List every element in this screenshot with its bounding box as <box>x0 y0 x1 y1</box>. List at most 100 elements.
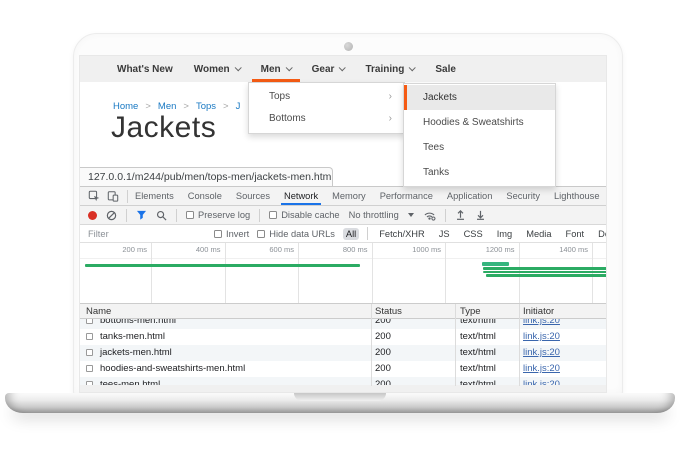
throttling-select[interactable]: No throttling <box>349 210 399 220</box>
checkbox[interactable] <box>186 211 194 219</box>
request-type: text/html <box>460 363 496 374</box>
timeline-tick-label: 1000 ms <box>412 245 441 254</box>
nav-item-label: Gear <box>311 63 335 75</box>
devtools-tabs: Elements Console Sources Network Memory Perfo… <box>128 187 606 205</box>
webcam-icon <box>344 42 353 51</box>
row-checkbox[interactable] <box>86 333 93 340</box>
divider <box>176 208 177 222</box>
submenu-item[interactable]: Jackets <box>404 85 555 110</box>
timeline-tick-label: 400 ms <box>195 245 221 254</box>
table-row[interactable]: jackets-men.html 200 text/html link.js:2… <box>80 345 606 361</box>
browser-screen: What's New Women Men Gear Training Sale … <box>79 55 607 393</box>
filter-chip[interactable]: CSS <box>461 228 486 240</box>
device-toolbar-icon[interactable] <box>107 190 119 202</box>
nav-item[interactable]: Men <box>251 56 300 82</box>
submenu-item[interactable]: Tanks <box>404 160 555 185</box>
request-status: 200 <box>375 363 391 374</box>
breadcrumb-link[interactable]: J <box>236 101 241 112</box>
nav-item[interactable]: What's New <box>117 56 173 82</box>
nav-item[interactable]: Training <box>365 56 417 82</box>
filter-input[interactable] <box>88 228 206 239</box>
filter-chip[interactable]: All <box>342 227 360 240</box>
invert-label: Invert <box>226 228 250 239</box>
preserve-log-label: Preserve log <box>198 210 251 220</box>
column-header-type[interactable]: Type <box>460 304 481 319</box>
requests-table: Name Status Type Initiator bottoms-men.h… <box>80 304 606 392</box>
devtools-tab[interactable]: Memory <box>325 187 373 205</box>
request-status: 200 <box>375 331 391 342</box>
page-title: Jackets <box>111 111 217 144</box>
search-icon[interactable] <box>156 210 167 221</box>
nav-item[interactable]: Sale <box>435 56 456 82</box>
checkbox[interactable] <box>257 229 266 238</box>
column-divider[interactable] <box>371 304 372 386</box>
submenu-item[interactable]: Tees <box>404 135 555 160</box>
column-divider[interactable] <box>455 304 456 386</box>
filter-chip[interactable]: Img <box>494 228 516 240</box>
invert-checkbox[interactable]: Invert <box>214 229 249 239</box>
submenu-item[interactable]: Hoodies & Sweatshirts <box>404 110 555 135</box>
request-type: text/html <box>460 347 496 358</box>
devtools-tab[interactable]: Performance <box>373 187 440 205</box>
network-toolbar: Preserve log Disable cache No throttling <box>80 206 606 225</box>
column-header-name[interactable]: Name <box>86 304 111 319</box>
table-row[interactable]: hoodies-and-sweatshirts-men.html 200 tex… <box>80 361 606 377</box>
clear-icon[interactable] <box>106 210 117 221</box>
column-header-initiator[interactable]: Initiator <box>523 304 554 319</box>
devtools-tab[interactable]: Sources <box>229 187 277 205</box>
filter-chip[interactable]: Fetch/XHR <box>376 228 427 240</box>
timeline-gridline <box>224 243 226 303</box>
row-checkbox[interactable] <box>86 319 93 324</box>
network-overview-waterfall[interactable]: 200 ms 400 ms 600 ms 800 ms 1000 ms 1200 ms 14… <box>80 243 606 304</box>
menu-item[interactable]: Tops › <box>249 86 404 108</box>
record-button[interactable] <box>88 210 97 220</box>
divider <box>126 208 127 222</box>
filter-chip[interactable]: Font <box>563 228 588 240</box>
laptop-notch <box>294 393 386 401</box>
column-header-status[interactable]: Status <box>375 304 402 319</box>
waterfall-bar <box>482 267 606 270</box>
initiator-link[interactable]: link.js:20 <box>523 319 560 329</box>
table-header[interactable]: Name Status Type Initiator <box>80 304 606 319</box>
submenu-item-label: Tanks <box>423 167 450 178</box>
initiator-link[interactable]: link.js:20 <box>523 361 560 377</box>
network-conditions-icon[interactable] <box>423 210 436 221</box>
devtools-tab[interactable]: Console <box>181 187 229 205</box>
row-checkbox[interactable] <box>86 349 93 356</box>
nav-item[interactable]: Women <box>194 56 242 82</box>
preserve-log-checkbox[interactable]: Preserve log <box>186 210 250 220</box>
laptop-base <box>5 393 675 413</box>
row-checkbox[interactable] <box>86 365 93 372</box>
request-status: 200 <box>375 347 391 358</box>
checkbox[interactable] <box>269 211 278 219</box>
filter-chip[interactable]: JS <box>436 228 453 240</box>
checkbox[interactable] <box>214 229 222 238</box>
column-divider[interactable] <box>519 304 520 386</box>
hide-data-urls-checkbox[interactable]: Hide data URLs <box>257 229 335 239</box>
filter-chip[interactable]: Doc <box>595 228 606 240</box>
nav-item[interactable]: Gear <box>311 56 347 82</box>
initiator-link[interactable]: link.js:20 <box>523 329 560 345</box>
menu-item[interactable]: Bottoms › <box>249 108 404 130</box>
import-har-icon[interactable] <box>455 209 466 221</box>
devtools-tab[interactable]: Lighthouse <box>547 187 606 205</box>
men-dropdown-menu: Tops › Bottoms › <box>248 82 405 134</box>
timeline-tick-label: 1400 ms <box>559 245 588 254</box>
chevron-down-icon[interactable] <box>407 213 414 217</box>
divider <box>367 227 369 240</box>
inspect-element-icon[interactable] <box>88 190 100 202</box>
filter-funnel-icon[interactable] <box>136 210 147 220</box>
devtools-tab[interactable]: Network <box>277 187 325 205</box>
export-har-icon[interactable] <box>475 209 486 221</box>
timeline-gridline <box>518 243 520 303</box>
status-url-bubble: 127.0.0.1/m244/pub/men/tops-men/jackets-… <box>80 167 333 186</box>
devtools-tab[interactable]: Security <box>499 187 547 205</box>
initiator-link[interactable]: link.js:20 <box>523 345 560 361</box>
devtools-tab[interactable]: Elements <box>128 187 181 205</box>
table-row[interactable]: bottoms-men.html 200 text/html link.js:2… <box>80 319 606 329</box>
disable-cache-checkbox[interactable]: Disable cache <box>269 210 340 220</box>
submenu-item-label: Jackets <box>423 92 457 103</box>
filter-chip[interactable]: Media <box>523 228 554 240</box>
devtools-tab[interactable]: Application <box>440 187 499 205</box>
table-row[interactable]: tanks-men.html 200 text/html link.js:20 <box>80 329 606 345</box>
